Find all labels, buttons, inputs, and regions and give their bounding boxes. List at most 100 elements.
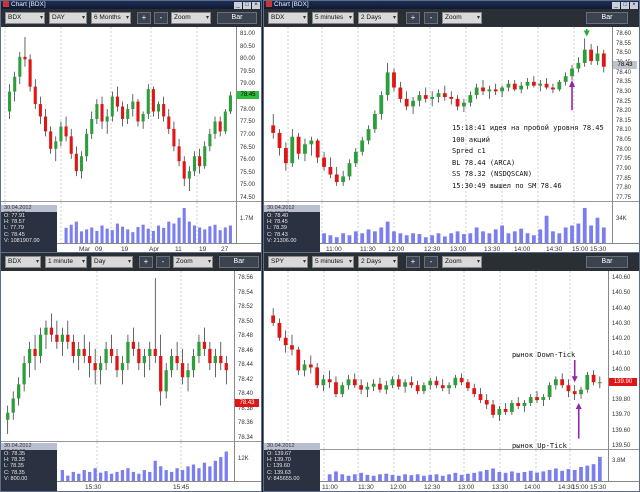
candle-body <box>90 118 94 134</box>
trade-note-line: BL 78.44 (ARCA) <box>452 158 516 167</box>
candle-body <box>390 379 395 386</box>
maximize-icon[interactable]: □ <box>243 2 251 9</box>
chart-window-bdx-1min[interactable]: BDX ▾ 1 minute ▾ Day ▾ + - Zoom ▾ Bar 78.34 7… <box>0 252 262 492</box>
chart-window-spy-5min[interactable]: SPY ▾ 5 minutes ▾ 2 Days ▾ + - Zoom ▾ Bar 13… <box>263 252 640 492</box>
zoom-in-button[interactable]: + <box>406 256 420 268</box>
zoom-in-button[interactable]: + <box>406 12 420 24</box>
candle-body <box>398 87 403 99</box>
bar-style-button[interactable]: Bar <box>586 12 628 24</box>
candle-body <box>82 348 86 356</box>
last-price-tag: 78.43 <box>613 61 637 69</box>
price-axis-label: 78.35 <box>616 79 632 86</box>
volume-bar <box>595 217 600 245</box>
market-downtick-note: рынок Down-Tick <box>512 351 576 359</box>
minimize-icon[interactable]: _ <box>234 2 242 9</box>
close-icon[interactable]: × <box>252 2 260 9</box>
price-axis-label: 140.60 <box>612 275 631 281</box>
zoom-out-button[interactable]: - <box>424 256 438 268</box>
price-axis-label: 79.50 <box>240 68 256 75</box>
chart-window-bdx-daily[interactable]: Chart [BDX] _ □ × BDX ▾ DAY ▾ 6 Months ▾ + - … <box>0 0 262 254</box>
minimize-icon[interactable]: _ <box>612 2 620 9</box>
candle-body <box>506 83 511 88</box>
interval-select[interactable]: 5 minutes ▾ <box>312 12 354 24</box>
candle-body <box>271 125 276 133</box>
candle-body <box>136 101 140 122</box>
price-axis[interactable]: 78.34 78.36 78.38 78.40 78.42 78.44 78.46 78.48… <box>234 271 261 441</box>
interval-select[interactable]: DAY ▾ <box>49 12 87 24</box>
price-axis[interactable]: 74.50 75.00 75.50 76.00 76.50 77.00 77.50 78.00… <box>236 27 261 201</box>
candle-body <box>277 322 282 338</box>
interval-select[interactable]: 1 minute ▾ <box>45 256 87 268</box>
zoom-out-button[interactable]: - <box>156 256 170 268</box>
candle-body <box>415 385 420 392</box>
price-axis-label: 80.50 <box>240 43 256 50</box>
symbol-input[interactable]: SPY ▾ <box>268 256 308 268</box>
interval-select[interactable]: 5 minutes ▾ <box>312 256 354 268</box>
symbol-input[interactable]: BDX ▾ <box>268 12 308 24</box>
ohlc-info-box: 30.04.2012 15:59:00 O: 78.35 H: 78.35 L:… <box>1 443 57 491</box>
candle-body <box>353 151 358 164</box>
window-titlebar[interactable]: Chart [BDX] _ □ × <box>264 1 639 9</box>
zoom-select[interactable]: Zoom ▾ <box>173 256 213 268</box>
candle-body <box>384 385 389 390</box>
price-axis-label: 77.95 <box>616 156 632 163</box>
price-axis[interactable]: 77.75 77.80 77.85 77.90 77.95 78.00 78.05 78.10… <box>612 27 639 201</box>
price-chart[interactable] <box>1 27 237 201</box>
chart-toolbar: BDX ▾ 1 minute ▾ Day ▾ + - Zoom ▾ Bar <box>1 253 261 271</box>
candle-body <box>528 397 533 404</box>
candle-body <box>296 349 301 371</box>
info-volume: V: 1081907.00 <box>4 237 40 244</box>
candle-body <box>71 341 75 356</box>
candle-body <box>340 385 345 395</box>
close-icon[interactable]: × <box>630 2 638 9</box>
candle-body <box>601 53 606 67</box>
chevron-down-icon: ▾ <box>81 259 85 265</box>
candle-body <box>472 388 477 395</box>
candle-body <box>484 400 489 405</box>
chevron-down-icon: ▾ <box>476 259 480 265</box>
candle-body <box>49 327 54 335</box>
maximize-icon[interactable]: □ <box>621 2 629 9</box>
info-volume: V: 800.00 <box>4 475 28 482</box>
price-axis-label: 78.00 <box>240 106 256 113</box>
window-titlebar[interactable]: Chart [BDX] _ □ × <box>1 1 261 9</box>
candle-body <box>219 356 223 364</box>
zoom-select[interactable]: Zoom ▾ <box>442 256 482 268</box>
price-axis[interactable]: 139.50139.60139.70139.80139.90140.00140.… <box>608 271 639 449</box>
price-axis-label: 78.40 <box>238 391 254 398</box>
trade-note-line: 15:30:49 вышел по SM 78.46 <box>452 181 562 190</box>
candle-body <box>346 379 351 386</box>
candle-body <box>59 126 63 142</box>
zoom-select[interactable]: Zoom ▾ <box>442 12 482 24</box>
candle-body <box>411 100 415 107</box>
zoom-select[interactable]: Zoom ▾ <box>171 12 211 24</box>
volume-axis: 34K <box>612 201 639 244</box>
candle-body <box>43 116 48 132</box>
zoom-in-button[interactable]: + <box>139 256 153 268</box>
price-axis-label: 78.25 <box>616 98 632 105</box>
bar-style-button[interactable]: Bar <box>217 12 257 24</box>
symbol-input[interactable]: BDX ▾ <box>5 256 41 268</box>
range-select[interactable]: 2 Days ▾ <box>358 256 398 268</box>
range-select[interactable]: 2 Days ▾ <box>358 12 398 24</box>
bar-style-button[interactable]: Bar <box>586 256 628 268</box>
symbol-input[interactable]: BDX ▾ <box>5 12 45 24</box>
zoom-out-button[interactable]: - <box>424 12 438 24</box>
time-axis[interactable]: 11:00 11:30 12:00 12:30 13:00 13:30 14:00 14:30… <box>264 481 639 491</box>
candle-body <box>93 363 97 371</box>
candle-body <box>192 156 197 172</box>
price-axis-label: 79.00 <box>240 81 256 88</box>
price-chart[interactable] <box>1 271 235 441</box>
price-axis-label: 140.20 <box>612 336 631 343</box>
range-select[interactable]: 6 Months ▾ <box>91 12 131 24</box>
zoom-out-button[interactable]: - <box>154 12 168 24</box>
range-select[interactable]: Day ▾ <box>91 256 133 268</box>
chart-window-bdx-5min[interactable]: Chart [BDX] _ □ × BDX ▾ 5 minutes ▾ 2 Days ▾ … <box>263 0 640 254</box>
bar-style-button[interactable]: Bar <box>219 256 259 268</box>
candle-body <box>579 389 583 395</box>
candle-body <box>582 49 587 63</box>
candle-body <box>66 334 70 342</box>
zoom-in-button[interactable]: + <box>137 12 151 24</box>
volume-bar <box>213 460 217 483</box>
price-axis-label: 77.85 <box>616 175 632 182</box>
